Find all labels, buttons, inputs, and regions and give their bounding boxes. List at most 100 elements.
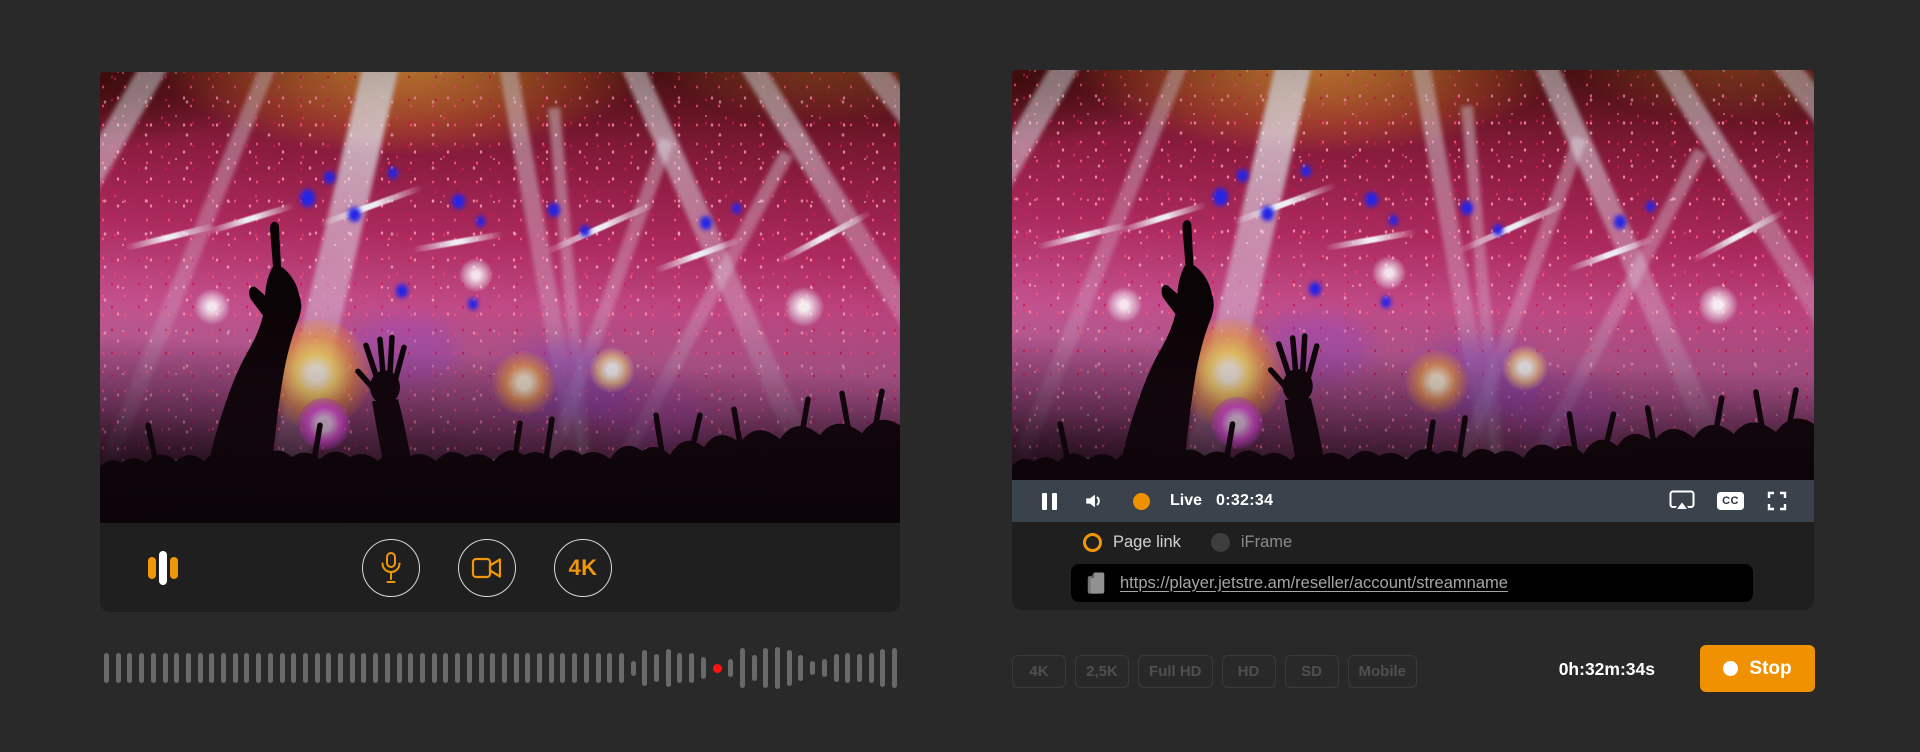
stop-record-dot bbox=[1723, 661, 1738, 676]
waveform-bar bbox=[892, 648, 897, 688]
quality-option-sd[interactable]: SD bbox=[1285, 655, 1339, 688]
broadcast-video-frame bbox=[100, 72, 900, 523]
player-video-frame: Live 0:32:34 CC bbox=[1012, 70, 1814, 522]
waveform-bar bbox=[209, 653, 214, 683]
waveform-bar bbox=[151, 653, 156, 683]
quality-option-mobile[interactable]: Mobile bbox=[1348, 655, 1418, 688]
waveform-bar bbox=[810, 661, 815, 675]
airplay-button[interactable] bbox=[1669, 490, 1695, 512]
stream-url-link[interactable]: https://player.jetstre.am/reseller/accou… bbox=[1120, 574, 1508, 593]
broadcast-controls: 4K bbox=[100, 523, 900, 612]
waveform-bar bbox=[244, 653, 249, 683]
vignette-overlay bbox=[100, 72, 900, 523]
waveform-bar bbox=[689, 653, 694, 683]
radio-page-link[interactable]: Page link bbox=[1083, 533, 1181, 552]
audio-waveform bbox=[104, 646, 898, 690]
quality-option-hd[interactable]: HD bbox=[1222, 655, 1276, 688]
pause-icon bbox=[1052, 493, 1057, 510]
waveform-bar bbox=[303, 653, 308, 683]
waveform-bar bbox=[775, 647, 780, 689]
copy-icon[interactable] bbox=[1085, 570, 1107, 597]
stream-duration: 0h:32m:34s bbox=[1490, 659, 1655, 680]
waveform-bar bbox=[256, 653, 261, 683]
cc-button[interactable]: CC bbox=[1717, 492, 1744, 510]
waveform-bar bbox=[752, 655, 757, 681]
waveform-bar bbox=[338, 653, 343, 683]
radio-iframe[interactable]: iFrame bbox=[1211, 533, 1292, 552]
waveform-bar bbox=[857, 654, 862, 682]
waveform-bar bbox=[104, 653, 109, 683]
microphone-button[interactable] bbox=[362, 539, 420, 597]
waveform-bar bbox=[822, 659, 827, 677]
quality-4k-label: 4K bbox=[568, 555, 597, 581]
waveform-bar bbox=[514, 653, 519, 683]
waveform-bar bbox=[619, 653, 624, 683]
waveform-bar bbox=[677, 653, 682, 683]
waveform-bar bbox=[654, 654, 659, 682]
fullscreen-icon bbox=[1766, 490, 1788, 512]
waveform-bar bbox=[397, 653, 402, 683]
stop-button[interactable]: Stop bbox=[1700, 645, 1815, 692]
waveform-bar bbox=[315, 653, 320, 683]
live-label: Live bbox=[1170, 492, 1202, 510]
stop-button-label: Stop bbox=[1749, 658, 1791, 680]
waveform-bar bbox=[537, 653, 542, 683]
fullscreen-button[interactable] bbox=[1766, 490, 1788, 512]
waveform-bar bbox=[221, 653, 226, 683]
radio-unselected-icon bbox=[1211, 533, 1230, 552]
waveform-bar bbox=[350, 653, 355, 683]
waveform-bar bbox=[420, 653, 425, 683]
waveform-bar bbox=[525, 653, 530, 683]
recording-position-dot bbox=[713, 664, 722, 673]
link-type-options: Page link iFrame bbox=[1083, 533, 1292, 552]
live-streaming-dashboard: 4K bbox=[0, 0, 1920, 752]
waveform-bar bbox=[607, 653, 612, 683]
waveform-bar bbox=[701, 657, 706, 679]
waveform-bar bbox=[408, 653, 413, 683]
waveform-bar bbox=[174, 653, 179, 683]
volume-button[interactable] bbox=[1083, 490, 1105, 512]
waveform-bar bbox=[373, 653, 378, 683]
radio-page-link-label: Page link bbox=[1113, 533, 1181, 552]
waveform-bar bbox=[763, 648, 768, 688]
quality-option-4k[interactable]: 4K bbox=[1012, 655, 1066, 688]
concert-video-image bbox=[1012, 70, 1814, 522]
waveform-bar bbox=[186, 653, 191, 683]
quality-4k-button[interactable]: 4K bbox=[554, 539, 612, 597]
camera-button[interactable] bbox=[458, 539, 516, 597]
live-record-dot bbox=[1133, 493, 1150, 510]
quality-options-row: 4K 2,5K Full HD HD SD Mobile bbox=[1012, 655, 1417, 688]
quality-option-fullhd[interactable]: Full HD bbox=[1138, 655, 1213, 688]
waveform-bar bbox=[728, 659, 733, 677]
stream-url-bar[interactable]: https://player.jetstre.am/reseller/accou… bbox=[1071, 564, 1753, 602]
waveform-bar bbox=[163, 653, 168, 683]
waveform-bar bbox=[869, 653, 874, 683]
waveform-bar bbox=[666, 649, 671, 687]
waveform-bar bbox=[479, 653, 484, 683]
waveform-bar bbox=[116, 653, 121, 683]
concert-video-image bbox=[100, 72, 900, 523]
waveform-bar bbox=[268, 653, 273, 683]
radio-selected-icon bbox=[1083, 533, 1102, 552]
quality-option-2-5k[interactable]: 2,5K bbox=[1075, 655, 1129, 688]
capture-buttons: 4K bbox=[362, 539, 612, 597]
waveform-bar bbox=[467, 653, 472, 683]
video-camera-icon bbox=[471, 555, 503, 581]
waveform-bar bbox=[560, 653, 565, 683]
waveform-bar bbox=[198, 653, 203, 683]
waveform-bar bbox=[455, 653, 460, 683]
waveform-bar bbox=[502, 653, 507, 683]
waveform-bar bbox=[549, 653, 554, 683]
player-control-bar: Live 0:32:34 CC bbox=[1012, 480, 1814, 522]
audio-level-bars-icon bbox=[148, 551, 178, 585]
waveform-bar bbox=[432, 653, 437, 683]
waveform-bar bbox=[291, 653, 296, 683]
waveform-bar bbox=[787, 650, 792, 686]
waveform-bar bbox=[127, 653, 132, 683]
pause-button[interactable] bbox=[1042, 493, 1057, 510]
waveform-bar bbox=[642, 650, 647, 686]
waveform-bar bbox=[596, 653, 601, 683]
elapsed-time: 0:32:34 bbox=[1216, 492, 1273, 510]
waveform-bar bbox=[139, 653, 144, 683]
waveform-bar bbox=[584, 653, 589, 683]
